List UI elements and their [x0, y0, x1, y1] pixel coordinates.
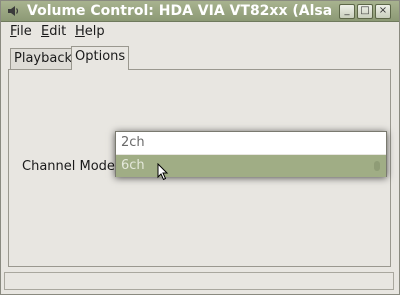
menu-file[interactable]: File [10, 24, 32, 40]
dropdown-option-6ch-label: 6ch [121, 158, 145, 173]
title-bar[interactable]: Volume Control: HDA VIA VT82xx (Alsa mix… [1, 1, 399, 22]
mouse-cursor-icon [157, 163, 169, 181]
minimize-button[interactable]: _ [339, 4, 355, 19]
channel-mode-dropdown[interactable]: 2ch 6ch [115, 131, 387, 177]
menu-help[interactable]: Help [75, 24, 105, 40]
close-button[interactable]: × [375, 4, 391, 19]
speaker-icon [8, 6, 19, 16]
volume-control-window: Volume Control: HDA VIA VT82xx (Alsa mix… [0, 0, 400, 295]
grip-icon [374, 161, 380, 171]
window-title: Volume Control: HDA VIA VT82xx (Alsa mix… [27, 3, 331, 19]
dropdown-option-2ch[interactable]: 2ch [116, 132, 386, 154]
channel-mode-label: Channel Mode: [22, 159, 120, 174]
tab-playback[interactable]: Playback [10, 48, 72, 70]
tab-options[interactable]: Options [71, 46, 129, 70]
status-bar [4, 272, 394, 290]
maximize-button[interactable]: □ [357, 4, 373, 19]
menu-bar: File Edit Help [1, 22, 399, 42]
menu-edit[interactable]: Edit [41, 24, 66, 40]
